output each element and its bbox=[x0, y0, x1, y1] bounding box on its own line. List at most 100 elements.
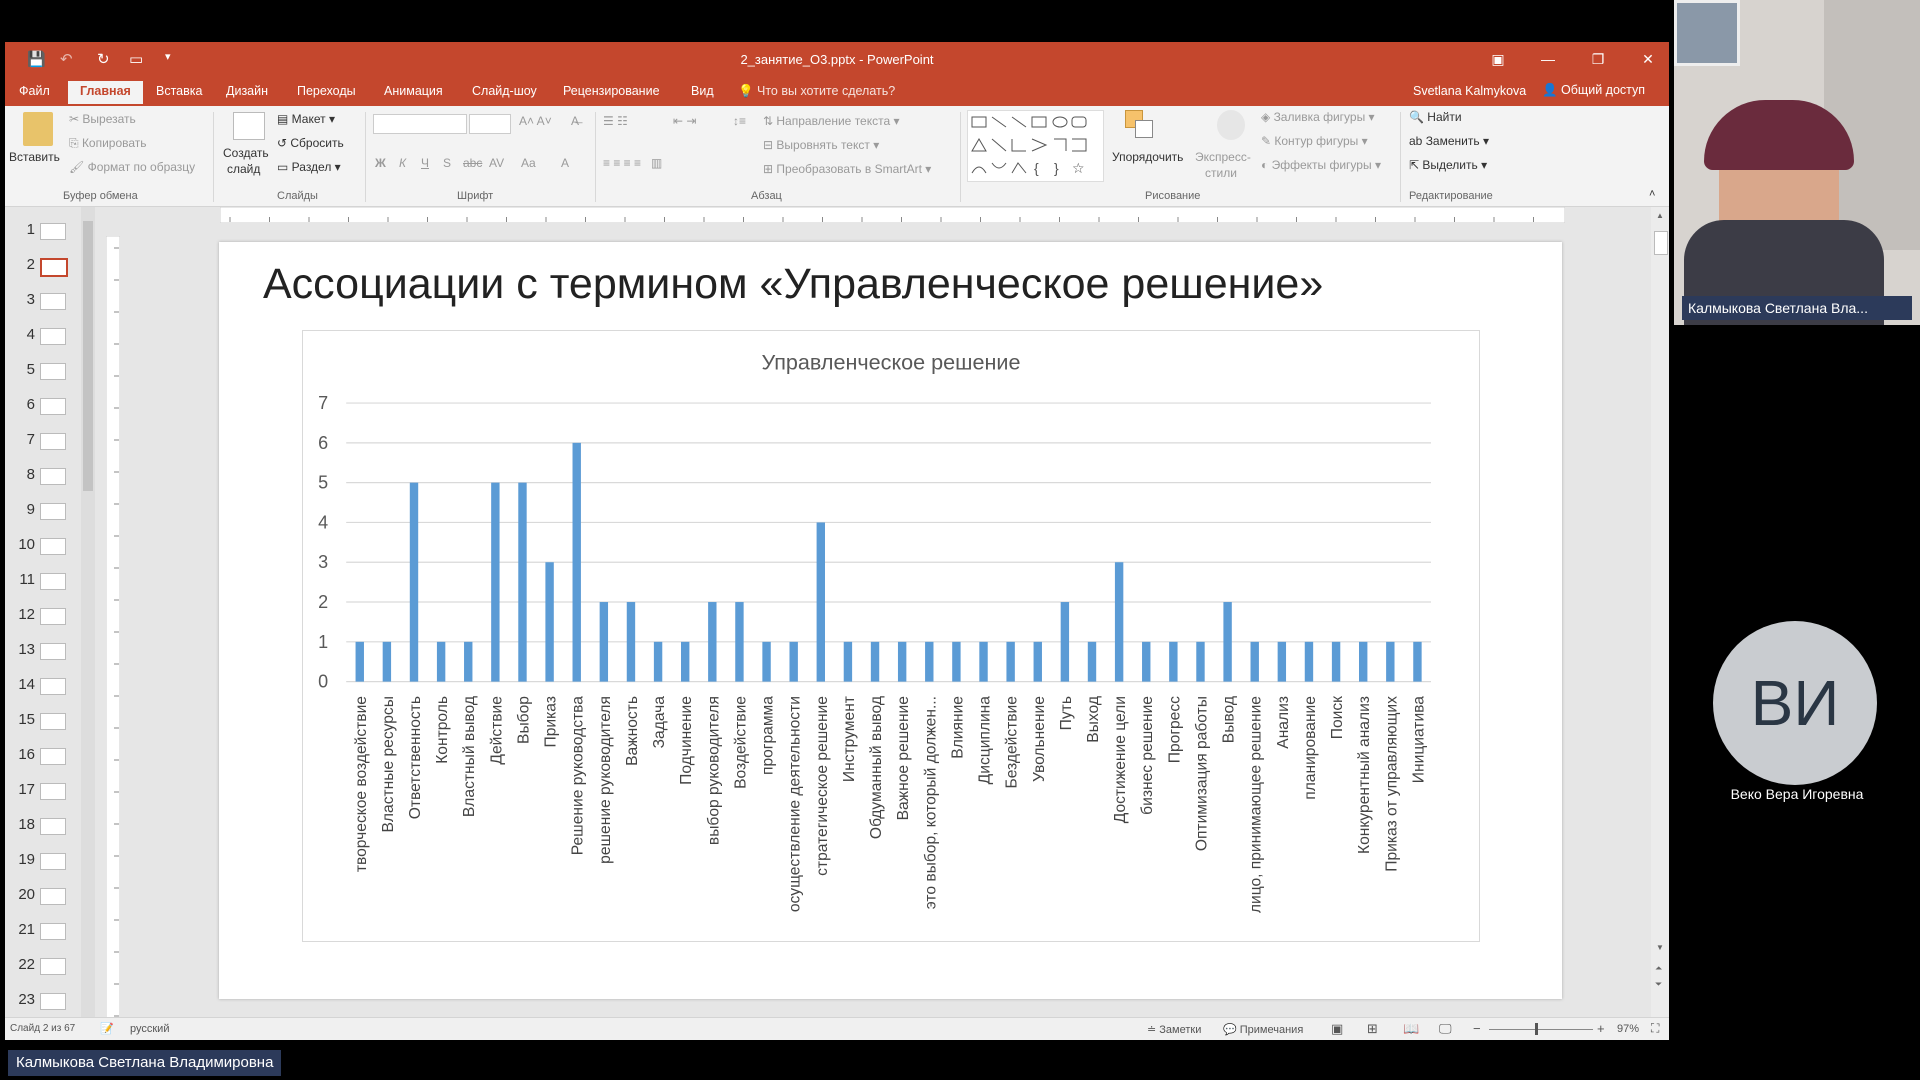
chart-bar[interactable] bbox=[653, 641, 663, 682]
chart-bar[interactable] bbox=[1250, 641, 1259, 682]
chart-bar[interactable] bbox=[1386, 641, 1395, 682]
participant-avatar[interactable]: ВИ bbox=[1713, 621, 1877, 785]
paste-button[interactable]: Вставить bbox=[9, 150, 60, 164]
tab-animations[interactable]: Анимация bbox=[384, 84, 443, 98]
line-spacing-icon[interactable]: ↕≡ bbox=[733, 114, 746, 128]
chart-bar[interactable] bbox=[1060, 602, 1070, 682]
underline-icon[interactable]: Ч bbox=[421, 156, 429, 170]
chart-bar[interactable] bbox=[843, 641, 853, 682]
replace-button[interactable]: ab Заменить ▾ bbox=[1409, 134, 1489, 148]
chart-bar[interactable] bbox=[1196, 641, 1205, 682]
language-indicator[interactable]: русский bbox=[130, 1023, 169, 1035]
user-name[interactable]: Svetlana Kalmykova bbox=[1413, 84, 1526, 98]
bar-chart[interactable]: Управленческое решение 0 1 2 3 4 5 6 7 творческ… bbox=[303, 331, 1479, 941]
select-button[interactable]: ⇱ Выделить ▾ bbox=[1409, 158, 1487, 172]
chart-bar[interactable] bbox=[952, 641, 961, 682]
chart-bar[interactable] bbox=[545, 562, 554, 682]
slide-thumbnail[interactable] bbox=[40, 258, 68, 277]
thumbnails-scrollbar[interactable] bbox=[81, 207, 95, 1017]
shape-effects-button[interactable]: ◐ Эффекты фигуры ▾ bbox=[1261, 158, 1381, 172]
quick-styles-button[interactable]: Экспресс- bbox=[1195, 150, 1251, 164]
tell-me-box[interactable]: Что вы хотите сделать? bbox=[757, 84, 895, 98]
tab-view[interactable]: Вид bbox=[691, 84, 714, 98]
chart-bar[interactable] bbox=[762, 641, 771, 682]
slide-thumbnail[interactable] bbox=[40, 538, 66, 555]
slide-thumbnail[interactable] bbox=[40, 223, 66, 240]
slide-thumbnail[interactable] bbox=[40, 573, 66, 590]
thumbnails-scroll-thumb[interactable] bbox=[83, 221, 93, 491]
chart-bar[interactable] bbox=[409, 482, 419, 682]
find-button[interactable]: 🔍 Найти bbox=[1409, 110, 1462, 124]
chart-bar[interactable] bbox=[1331, 641, 1341, 682]
quick-styles-button-line2[interactable]: стили bbox=[1205, 166, 1237, 180]
chart-bar[interactable] bbox=[518, 482, 527, 682]
font-color-icon[interactable]: A bbox=[561, 156, 569, 170]
quick-styles-icon[interactable] bbox=[1217, 110, 1245, 140]
new-slide-icon[interactable] bbox=[233, 112, 265, 140]
tab-slideshow[interactable]: Слайд-шоу bbox=[472, 84, 537, 98]
chart-bar[interactable] bbox=[735, 602, 744, 682]
chart-bar[interactable] bbox=[572, 442, 581, 682]
chart-bar[interactable] bbox=[1087, 641, 1097, 682]
scroll-down-icon[interactable]: ▼ bbox=[1656, 943, 1664, 952]
format-painter-button[interactable]: 🖌 Формат по образцу bbox=[69, 160, 195, 174]
tab-design[interactable]: Дизайн bbox=[226, 84, 268, 98]
slide-thumbnail[interactable] bbox=[40, 993, 66, 1010]
slide-thumbnail[interactable] bbox=[40, 363, 66, 380]
zoom-slider-thumb[interactable] bbox=[1535, 1023, 1538, 1035]
italic-icon[interactable]: К bbox=[399, 156, 406, 170]
bold-icon[interactable]: Ж bbox=[375, 156, 386, 170]
restore-icon[interactable]: ❐ bbox=[1585, 48, 1611, 70]
smartart-button[interactable]: ⊞ Преобразовать в SmartArt ▾ bbox=[763, 162, 931, 176]
chart-bar[interactable] bbox=[816, 522, 825, 682]
chart-bar[interactable] bbox=[897, 641, 907, 682]
slide-thumbnail[interactable] bbox=[40, 678, 66, 695]
chart-bar[interactable] bbox=[599, 602, 609, 682]
slide-scroll-thumb[interactable] bbox=[1654, 231, 1668, 255]
zoom-out-icon[interactable]: − bbox=[1473, 1021, 1481, 1036]
chart-bar[interactable] bbox=[382, 641, 392, 682]
collapse-ribbon-icon[interactable]: ˄ bbox=[1649, 188, 1655, 200]
chart-bar[interactable] bbox=[925, 641, 934, 682]
slide-thumbnail[interactable] bbox=[40, 748, 66, 765]
clear-format-icon[interactable]: A̶ bbox=[571, 114, 579, 128]
chart-bar[interactable] bbox=[464, 641, 473, 682]
chart-bar[interactable] bbox=[870, 641, 880, 682]
chart-bar[interactable] bbox=[708, 602, 717, 682]
tab-review[interactable]: Рецензирование bbox=[563, 84, 660, 98]
slide-thumbnail[interactable] bbox=[40, 293, 66, 310]
slide-thumbnail[interactable] bbox=[40, 503, 66, 520]
new-slide-button-line2[interactable]: слайд bbox=[227, 162, 260, 176]
font-name-box[interactable] bbox=[373, 114, 467, 134]
fit-slide-icon[interactable]: ⛶ bbox=[1651, 1021, 1659, 1036]
arrange-icon[interactable] bbox=[1125, 110, 1155, 140]
chart-area[interactable]: Управленческое решение 0 1 2 3 4 5 6 7 творческ… bbox=[302, 330, 1480, 942]
minimize-icon[interactable]: — bbox=[1535, 48, 1561, 70]
shape-fill-button[interactable]: ◈ Заливка фигуры ▾ bbox=[1261, 110, 1375, 124]
copy-button[interactable]: ⎘ Копировать bbox=[69, 136, 147, 151]
chart-bar[interactable] bbox=[1359, 641, 1368, 682]
slide-thumbnail[interactable] bbox=[40, 433, 66, 450]
tab-file[interactable]: Файл bbox=[19, 84, 50, 98]
reading-view-icon[interactable]: 📖 bbox=[1403, 1021, 1419, 1037]
font-size-box[interactable] bbox=[469, 114, 511, 134]
zoom-slider[interactable] bbox=[1489, 1023, 1593, 1035]
chart-bar[interactable] bbox=[789, 641, 798, 682]
slide-thumbnail[interactable] bbox=[40, 958, 66, 975]
chart-bar[interactable] bbox=[979, 641, 988, 682]
slide-canvas[interactable]: Ассоциации с термином «Управленческое ре… bbox=[219, 242, 1562, 999]
tab-home[interactable]: Главная bbox=[68, 81, 143, 104]
grow-font-icon[interactable]: A˄ A˅ bbox=[519, 114, 552, 128]
chart-bar[interactable] bbox=[491, 482, 500, 682]
chart-bar[interactable] bbox=[1277, 641, 1287, 682]
ribbon-display-icon[interactable]: ▣ bbox=[1485, 48, 1511, 70]
cut-button[interactable]: ✂ Вырезать bbox=[69, 112, 136, 126]
chart-bar[interactable] bbox=[1006, 641, 1015, 682]
comments-button[interactable]: 💬 Примечания bbox=[1223, 1023, 1303, 1036]
chart-bar[interactable] bbox=[1223, 602, 1232, 682]
slide-scrollbar[interactable]: ▲ ▼ ⏶ ⏷ bbox=[1651, 207, 1669, 1017]
chart-bar[interactable] bbox=[1413, 641, 1422, 682]
tab-insert[interactable]: Вставка bbox=[156, 84, 202, 98]
tab-transitions[interactable]: Переходы bbox=[297, 84, 356, 98]
slide-thumbnail[interactable] bbox=[40, 853, 66, 870]
